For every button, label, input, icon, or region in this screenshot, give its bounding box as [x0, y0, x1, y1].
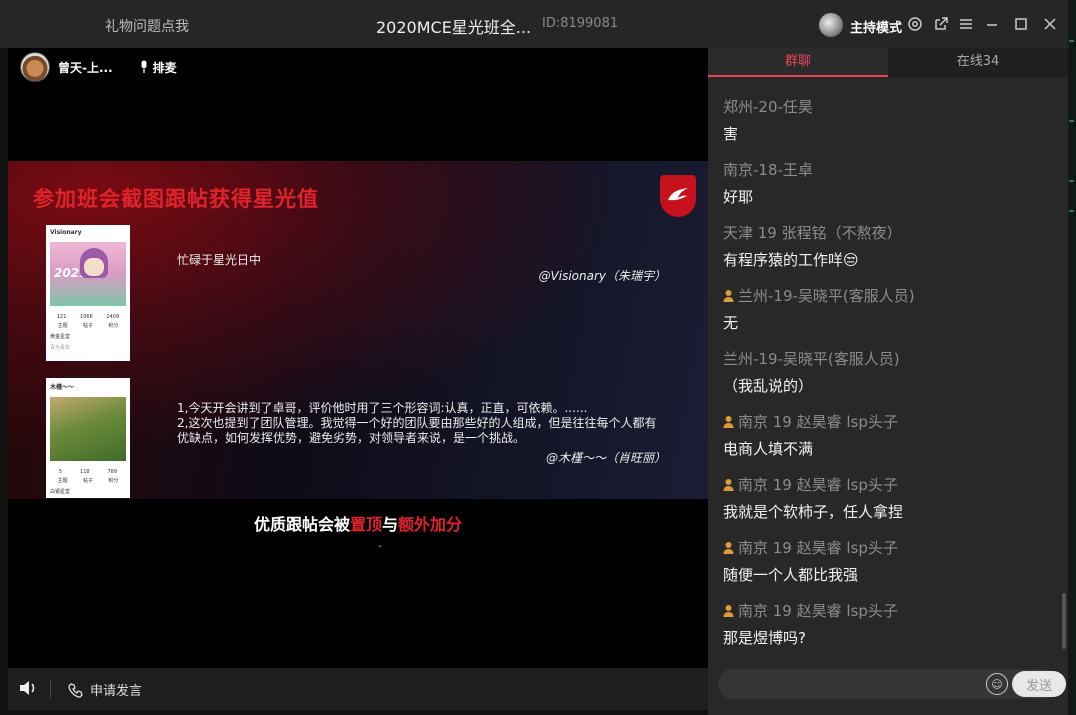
staff-badge-icon — [723, 290, 734, 302]
message-text: 我就是个软柿子，任人拿捏 — [723, 503, 904, 521]
tab-group-chat[interactable]: 群聊 — [708, 48, 888, 77]
sender-name: 南京 19 赵昊睿 lsp头子 — [738, 413, 898, 431]
sender-name: 南京 19 赵昊睿 lsp头子 — [738, 602, 898, 620]
message-sender[interactable]: 南京 19 赵昊睿 lsp头子 — [723, 600, 1053, 621]
page-marker: - — [378, 541, 382, 552]
message-sender[interactable]: 郑州-20-任昊 — [723, 96, 1053, 117]
card-level: 黄金星堂 — [50, 334, 71, 340]
settings-icon[interactable] — [906, 15, 924, 33]
phone-icon — [68, 682, 83, 698]
close-icon[interactable] — [1041, 15, 1059, 33]
tab-online-users[interactable]: 在线34 — [888, 48, 1068, 77]
apply-speak-label: 申请发言 — [90, 684, 143, 699]
send-button[interactable]: 发送 — [1012, 671, 1066, 697]
message-text: 电商人填不满 — [723, 440, 814, 458]
title-bar: 礼物问题点我 2020MCE星光班全... ID:8199081 主持模式 — [0, 0, 1068, 48]
forum-profile-card: Visionary 2021 121 1066 2409 主题 帖子 积分 黄金… — [46, 225, 130, 361]
chat-message: 郑州-20-任昊害 — [723, 96, 1053, 159]
message-sender[interactable]: 南京 19 赵昊睿 lsp头子 — [723, 411, 1053, 432]
sender-name: 兰州-19-吴晓平(客服人员) — [723, 350, 900, 368]
message-text: 那是煜博吗? — [723, 629, 806, 647]
chat-panel: 群聊 在线34 郑州-20-任昊害南京-18-王卓 好耶 天津 19 张程铭（不熬夜… — [708, 48, 1068, 715]
card-stats: 121 1066 2409 — [56, 314, 120, 320]
staff-badge-icon — [723, 416, 734, 428]
background-window-edge — [1068, 0, 1076, 715]
avatar[interactable] — [20, 52, 50, 82]
host-name: 曾天-上... — [58, 60, 113, 75]
chat-message: 南京 19 赵昊睿 lsp头子那是煜博吗? — [723, 600, 1053, 663]
video-control-bar: 申请发言 — [8, 668, 708, 710]
message-text: 无 — [723, 314, 739, 332]
sender-name: 南京 19 赵昊睿 lsp头子 — [738, 539, 898, 557]
maximize-icon[interactable] — [1012, 15, 1030, 33]
card-stats: 5 118 789 — [58, 469, 118, 475]
card-header: Visionary — [50, 229, 82, 236]
message-sender[interactable]: 南京-18-王卓 — [723, 159, 1053, 180]
quote-text: 忙碌于星光日中 — [177, 253, 262, 267]
card-tag: 青为青年 — [50, 345, 71, 351]
chat-input-field[interactable]: ☺ 发送 — [718, 669, 1066, 699]
card-level: 白银星堂 — [50, 489, 71, 495]
slide-title: 参加班会截图跟帖获得星光值 — [33, 187, 319, 211]
message-text: （我乱说的） — [723, 377, 814, 395]
message-list: 郑州-20-任昊害南京-18-王卓 好耶 天津 19 张程铭（不熬夜） 有程序猿的工作… — [723, 96, 1053, 663]
message-text: 好耶 — [723, 188, 754, 206]
host-info: 曾天-上... 排麦 — [20, 52, 177, 82]
avatar[interactable] — [819, 13, 843, 37]
sender-name: 兰州-19-吴晓平(客服人员) — [738, 287, 915, 305]
mic-queue-button[interactable]: 排麦 — [139, 59, 177, 76]
sender-name: 南京 19 赵昊睿 lsp头子 — [738, 476, 898, 494]
staff-badge-icon — [723, 542, 734, 554]
quote-text: 1,今天开会讲到了卓哥，评价他时用了三个形容词:认真，正直，可依赖。......… — [177, 401, 657, 445]
room-title: 2020MCE星光班全... — [376, 18, 532, 37]
gift-help-link[interactable]: 礼物问题点我 — [105, 16, 189, 36]
apply-speak-button[interactable]: 申请发言 — [68, 680, 142, 699]
video-area: 曾天-上... 排麦 参加班会截图跟帖获得星光值 Visionary 2021 … — [8, 48, 708, 668]
minimize-icon[interactable] — [983, 15, 1001, 33]
chat-message: 南京 19 赵昊睿 lsp头子随便一个人都比我强 — [723, 537, 1053, 600]
forum-profile-card: 木槿～～ 5 118 789 主题 帖子 积分 白银星堂 — [46, 378, 130, 498]
message-sender[interactable]: 兰州-19-吴晓平(客服人员) — [723, 348, 1053, 369]
card-header: 木槿～～ — [50, 384, 75, 391]
chat-message: 南京 19 赵昊睿 lsp头子我就是个软柿子，任人拿捏 — [723, 474, 1053, 537]
chat-message: 南京-18-王卓 好耶 — [723, 159, 1053, 222]
presentation-slide: 参加班会截图跟帖获得星光值 Visionary 2021 121 1066 24… — [8, 161, 708, 499]
quote-signature: @Visionary（朱瑞宇） — [538, 269, 666, 283]
chat-message: 天津 19 张程铭（不熬夜） 有程序猿的工作咩😒 — [723, 222, 1053, 285]
message-sender[interactable]: 南京 19 赵昊睿 lsp头子 — [723, 474, 1053, 495]
sender-name: 南京-18-王卓 — [723, 161, 813, 179]
message-sender[interactable]: 南京 19 赵昊睿 lsp头子 — [723, 537, 1053, 558]
quote-signature: @木槿～～（肖旺丽） — [545, 451, 666, 465]
message-text: 随便一个人都比我强 — [723, 566, 859, 584]
message-sender[interactable]: 兰州-19-吴晓平(客服人员) — [723, 285, 1053, 306]
emoji-icon[interactable]: ☺ — [986, 673, 1008, 695]
card-stat-labels: 主题 帖子 积分 — [57, 323, 119, 329]
message-text: 有程序猿的工作咩😒 — [723, 251, 859, 269]
host-mode-label[interactable]: 主持模式 — [850, 17, 902, 36]
chat-tabs: 群聊 在线34 — [708, 48, 1068, 77]
microphone-icon — [141, 60, 147, 73]
chat-message: 兰州-19-吴晓平(客服人员) （我乱说的） — [723, 348, 1053, 411]
message-text: 害 — [723, 125, 739, 143]
staff-badge-icon — [723, 605, 734, 617]
message-sender[interactable]: 天津 19 张程铭（不熬夜） — [723, 222, 1053, 243]
profile-artwork — [50, 397, 126, 461]
room-id: ID:8199081 — [542, 16, 619, 31]
sender-name: 天津 19 张程铭（不熬夜） — [723, 224, 902, 242]
sender-name: 郑州-20-任昊 — [723, 98, 813, 116]
slide-caption: 优质跟帖会被置顶与额外加分 — [253, 515, 463, 534]
menu-icon[interactable] — [957, 15, 975, 33]
share-icon[interactable] — [932, 15, 950, 33]
mic-queue-label: 排麦 — [152, 60, 177, 75]
profile-artwork: 2021 — [50, 242, 126, 306]
chat-message: 南京 19 赵昊睿 lsp头子电商人填不满 — [723, 411, 1053, 474]
chat-scrollbar[interactable] — [1062, 593, 1066, 649]
msi-logo-icon — [660, 175, 696, 217]
staff-badge-icon — [723, 479, 734, 491]
chat-message: 兰州-19-吴晓平(客服人员) 无 — [723, 285, 1053, 348]
card-stat-labels: 主题 帖子 积分 — [57, 478, 119, 484]
volume-icon[interactable] — [18, 679, 38, 702]
divider — [50, 680, 51, 698]
